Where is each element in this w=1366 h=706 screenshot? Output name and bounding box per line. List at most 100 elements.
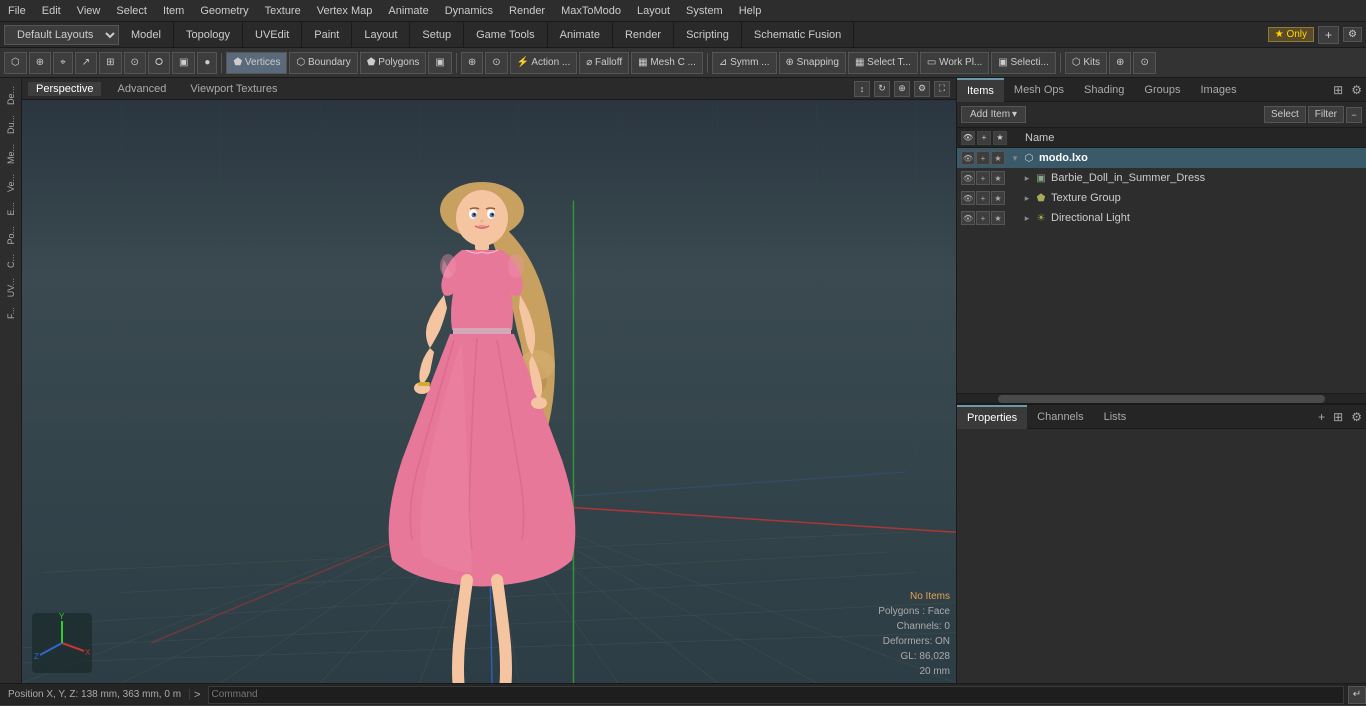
menu-system[interactable]: System (678, 3, 731, 19)
add-item-button[interactable]: Add Item ▾ (961, 106, 1026, 123)
menu-maxtomode[interactable]: MaxToModo (553, 3, 629, 19)
vis-icon-eye-texture[interactable]: 👁 (961, 191, 975, 205)
layout-settings-button[interactable]: ⚙ (1343, 27, 1362, 42)
props-settings-btn[interactable]: ⚙ (1347, 410, 1366, 424)
items-minus-btn[interactable]: − (1346, 107, 1362, 123)
sidebar-item-uv[interactable]: UV... (4, 274, 18, 301)
tab-schematic-fusion[interactable]: Schematic Fusion (742, 22, 854, 48)
tool-action-center-btn[interactable]: ⌖ (53, 52, 73, 74)
tool-snap3-btn[interactable]: ⊕ (1109, 52, 1131, 74)
vp-ctrl-settings[interactable]: ⚙ (914, 81, 930, 97)
sidebar-item-ve[interactable]: Ve... (4, 170, 18, 196)
vis-icon-plus-barbie[interactable]: + (976, 171, 990, 185)
tool-select-t-btn[interactable]: ▦ Select T... (848, 52, 918, 74)
sidebar-item-me[interactable]: Me... (4, 140, 18, 168)
tab-game-tools[interactable]: Game Tools (464, 22, 548, 48)
tool-snap-btn[interactable]: ⊕ (461, 52, 483, 74)
tree-expand-root[interactable]: ▾ (1009, 153, 1021, 164)
vis-icon-eye-barbie[interactable]: 👁 (961, 171, 975, 185)
viewport-tab-advanced[interactable]: Advanced (109, 82, 174, 96)
command-input-wrapper[interactable] (208, 686, 1344, 704)
tree-expand-light[interactable]: ▸ (1021, 213, 1033, 224)
star-only-button[interactable]: ★ Only (1268, 27, 1314, 42)
viewport[interactable]: Perspective Advanced Viewport Textures ↕… (22, 78, 956, 683)
sidebar-item-f[interactable]: F... (4, 303, 18, 323)
tab-animate[interactable]: Animate (548, 22, 613, 48)
tab-layout[interactable]: Layout (352, 22, 410, 48)
tool-symm-btn[interactable]: ⊿ Symm ... (712, 52, 777, 74)
command-submit-button[interactable]: ↵ (1348, 686, 1366, 704)
menu-geometry[interactable]: Geometry (192, 3, 256, 19)
items-tab-images[interactable]: Images (1191, 78, 1247, 102)
items-tab-mesh-ops[interactable]: Mesh Ops (1004, 78, 1074, 102)
tool-circle2-btn[interactable]: ⊙ (485, 52, 507, 74)
vis-icon-plus[interactable]: + (976, 151, 990, 165)
tool-origin-btn[interactable]: ⊕ (29, 52, 51, 74)
tool-item-btn[interactable]: ⊞ (99, 52, 121, 74)
vis-icon-eye[interactable]: 👁 (961, 151, 975, 165)
props-tab-properties[interactable]: Properties (957, 405, 1027, 429)
tool-snapping-btn[interactable]: ⊕ Snapping (779, 52, 846, 74)
vp-ctrl-maximize[interactable]: ⛶ (934, 81, 950, 97)
tool-selecti-btn[interactable]: ▣ Selecti... (991, 52, 1056, 74)
items-filter-button[interactable]: Filter (1308, 106, 1344, 123)
tab-paint[interactable]: Paint (302, 22, 352, 48)
vis-icon-star-light[interactable]: ★ (991, 211, 1005, 225)
tree-item-modo-lxo[interactable]: 👁 + ★ ▾ ⬡ modo.lxo (957, 148, 1366, 168)
items-select-button[interactable]: Select (1264, 106, 1306, 123)
tab-topology[interactable]: Topology (174, 22, 243, 48)
tree-expand-texture[interactable]: ▸ (1021, 193, 1033, 204)
tool-arrow-btn[interactable]: ↗ (75, 52, 97, 74)
vis-icon-star[interactable]: ★ (991, 151, 1005, 165)
vis-icon-star-barbie[interactable]: ★ (991, 171, 1005, 185)
viewport-tab-textures[interactable]: Viewport Textures (182, 82, 285, 96)
menu-dynamics[interactable]: Dynamics (437, 3, 501, 19)
tool-falloff-btn[interactable]: ⌀ Falloff (579, 52, 629, 74)
tree-expand-barbie[interactable]: ▸ (1021, 173, 1033, 184)
command-input[interactable] (209, 689, 1343, 700)
items-tab-expand-btn[interactable]: ⊞ (1329, 83, 1347, 97)
tool-transform-btn[interactable]: ⊙ (124, 52, 146, 74)
items-scrollbar[interactable] (998, 395, 1325, 403)
tab-uvedit[interactable]: UVEdit (243, 22, 302, 48)
viewport-tab-perspective[interactable]: Perspective (28, 82, 101, 96)
menu-help[interactable]: Help (731, 3, 770, 19)
viewport-canvas[interactable]: No Items Polygons : Face Channels: 0 Def… (22, 100, 956, 683)
tab-model[interactable]: Model (119, 22, 174, 48)
tool-mesh-btn[interactable]: ⬡ (4, 52, 27, 74)
tool-boundary-btn[interactable]: ⬡ Boundary (289, 52, 357, 74)
tool-workplane-btn[interactable]: ▭ Work Pl... (920, 52, 989, 74)
vis-icon-plus-texture[interactable]: + (976, 191, 990, 205)
menu-item[interactable]: Item (155, 3, 192, 19)
props-tab-lists[interactable]: Lists (1094, 405, 1137, 429)
add-layout-button[interactable]: + (1318, 26, 1339, 44)
tool-vertices-btn[interactable]: ⬟ Vertices (226, 52, 287, 74)
items-tab-settings-btn[interactable]: ⚙ (1347, 83, 1366, 97)
tool-kits-btn[interactable]: ⬡ Kits (1065, 52, 1107, 74)
menu-edit[interactable]: Edit (34, 3, 69, 19)
tool-circle-btn[interactable]: ⭘ (148, 52, 170, 74)
tab-scripting[interactable]: Scripting (674, 22, 742, 48)
tool-polygons-btn[interactable]: ⬟ Polygons (360, 52, 427, 74)
tree-item-barbie[interactable]: 👁 + ★ ▸ ▣ Barbie_Doll_in_Summer_Dress (957, 168, 1366, 188)
menu-view[interactable]: View (69, 3, 109, 19)
items-tab-shading[interactable]: Shading (1074, 78, 1134, 102)
tab-render[interactable]: Render (613, 22, 674, 48)
props-add-tab-btn[interactable]: + (1314, 410, 1329, 424)
items-tab-items[interactable]: Items (957, 78, 1004, 102)
sidebar-item-du[interactable]: Du... (4, 111, 18, 138)
tree-item-texture[interactable]: 👁 + ★ ▸ ⬟ Texture Group (957, 188, 1366, 208)
vis-icon-plus-light[interactable]: + (976, 211, 990, 225)
props-tab-channels[interactable]: Channels (1027, 405, 1093, 429)
props-expand-btn[interactable]: ⊞ (1329, 410, 1347, 424)
sidebar-item-c[interactable]: C... (4, 250, 18, 272)
tool-select2-btn[interactable]: ▣ (428, 52, 451, 74)
menu-render[interactable]: Render (501, 3, 553, 19)
items-tab-groups[interactable]: Groups (1134, 78, 1190, 102)
sidebar-item-de[interactable]: De... (4, 82, 18, 109)
layout-dropdown[interactable]: Default Layouts (4, 25, 119, 45)
menu-vertex-map[interactable]: Vertex Map (309, 3, 381, 19)
tool-square-btn[interactable]: ▣ (172, 52, 195, 74)
menu-select[interactable]: Select (108, 3, 155, 19)
sidebar-item-po[interactable]: Po... (4, 222, 18, 249)
